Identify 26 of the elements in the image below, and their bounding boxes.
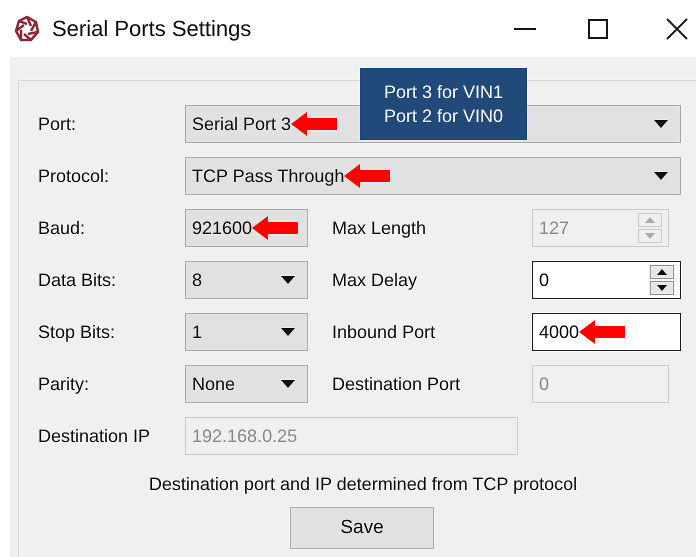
field-value: None [192,372,236,396]
field-value: 1 [192,320,202,344]
field-label: Parity: [38,372,90,396]
field-value: 0 [539,268,550,292]
callout-text: Port 3 for VIN1 [384,81,504,104]
field-label: Port: [38,112,78,136]
field-label: Destination Port [332,372,462,396]
field-label: Baud: [38,216,86,240]
field-label: Protocol: [38,164,110,188]
field-value: 921600 [192,216,252,240]
field-label: Destination IP [38,424,152,448]
field-value: 192.168.0.25 [192,424,298,448]
field-label: Data Bits: [38,268,118,292]
field-value: Serial Port 3 [192,112,292,136]
info-text: Destination port and IP determined from TCP protocol [148,473,578,495]
field-label: Stop Bits: [38,320,116,344]
field-label: Max Length [332,216,428,240]
field-value: 127 [539,216,570,240]
field-value: 8 [192,268,202,292]
field-value: 0 [539,372,550,396]
field-value: TCP Pass Through [192,164,344,188]
field-value: 4000 [539,320,580,344]
window-title: Serial Ports Settings [52,15,252,43]
field-label: Inbound Port [332,320,436,344]
field-label: Max Delay [332,268,418,292]
callout-text: Port 2 for VIN0 [384,105,504,128]
